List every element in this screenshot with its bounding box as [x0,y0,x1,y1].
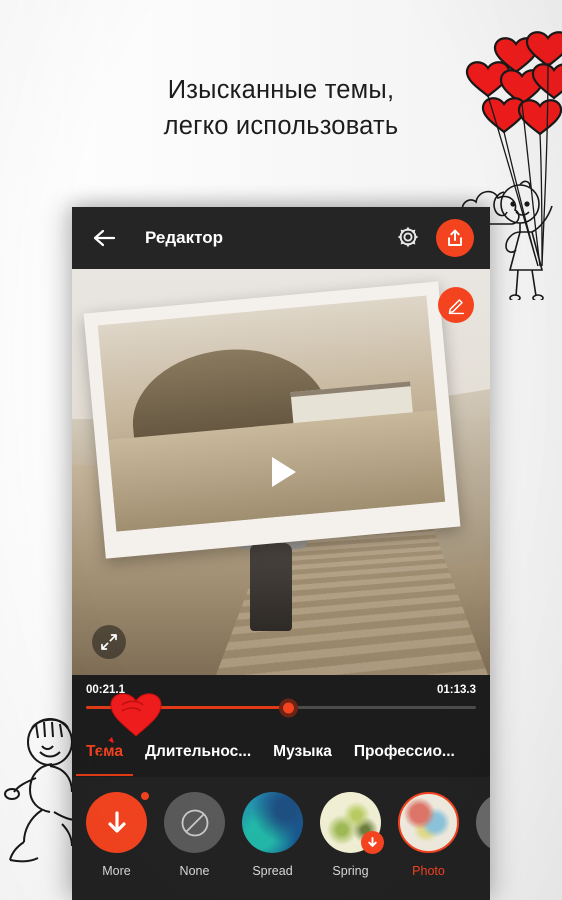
fullscreen-button[interactable] [92,625,126,659]
tab-duration[interactable]: Длительнос... [145,743,251,763]
download-badge[interactable] [361,831,384,854]
theme-carousel[interactable]: More None Spread Spring Photo [72,777,490,900]
theme-item-more[interactable]: More [86,792,149,878]
play-button[interactable] [258,449,304,495]
share-button[interactable] [436,219,474,257]
tab-professional[interactable]: Профессио... [354,743,455,763]
theme-item-photo[interactable]: Photo [398,792,459,878]
theme-thumb-spring [320,792,384,854]
theme-item-spread[interactable]: Spread [242,792,303,878]
theme-thumb-photo [398,792,459,853]
theme-label-spring: Spring [332,864,369,878]
promo-page: Изысканные темы, легко использовать Реда… [0,0,562,900]
total-time: 01:13.3 [436,684,476,696]
tab-theme-label: Тема [86,743,123,760]
current-time: 00:21.1 [86,684,126,696]
timeline-track[interactable] [86,698,476,717]
photo-frame [83,281,461,559]
theme-thumb-none [164,792,225,853]
tab-theme[interactable]: Тема [76,743,133,776]
back-button[interactable] [92,225,118,251]
app-title: Редактор [145,228,223,247]
tab-professional-label: Профессио... [353,743,455,760]
tab-duration-label: Длительнос... [145,743,252,760]
theme-item-next[interactable] [476,792,490,853]
new-content-badge [141,792,149,800]
theme-label-none: None [179,864,210,878]
share-upload-icon [448,229,462,246]
fullscreen-expand-icon [101,634,117,650]
timeline-progress [86,706,289,709]
theme-label-photo: Photo [412,864,445,878]
play-icon [272,457,296,487]
editor-tabs: Тема Длительнос... Музыка Профессио... [72,693,490,777]
edit-button[interactable] [438,287,474,323]
no-theme-icon [181,809,208,836]
arrow-left-icon [93,229,116,247]
gear-icon [397,226,419,248]
theme-label-spread: Spread [252,864,293,878]
timeline: 00:21.1 01:13.3 [72,675,490,729]
theme-thumb-more [86,792,149,853]
theme-thumb-next [476,792,490,853]
theme-label-more: More [102,864,131,878]
download-arrow-icon [368,837,377,847]
phone-mockup: Редактор 00:21.1 01:13.3 Тема Длительнос… [72,207,490,900]
girl-with-balloons-illustration [493,180,553,300]
timeline-scrubber[interactable] [279,698,299,717]
video-preview[interactable]: ★ ★ ★ ★ ★ [72,269,490,675]
app-bar: Редактор [72,207,490,269]
timeline-times: 00:21.1 01:13.3 [86,675,476,696]
page-title: Изысканные темы, легко использовать [163,76,399,140]
theme-item-none[interactable]: None [164,792,225,878]
theme-thumb-spread [242,792,303,853]
tab-music-label: Музыка [273,743,332,760]
download-arrow-icon [107,810,126,833]
settings-button[interactable] [396,225,422,251]
tab-music[interactable]: Музыка [273,743,332,763]
pencil-icon [448,298,464,314]
theme-item-spring[interactable]: Spring [320,792,384,878]
